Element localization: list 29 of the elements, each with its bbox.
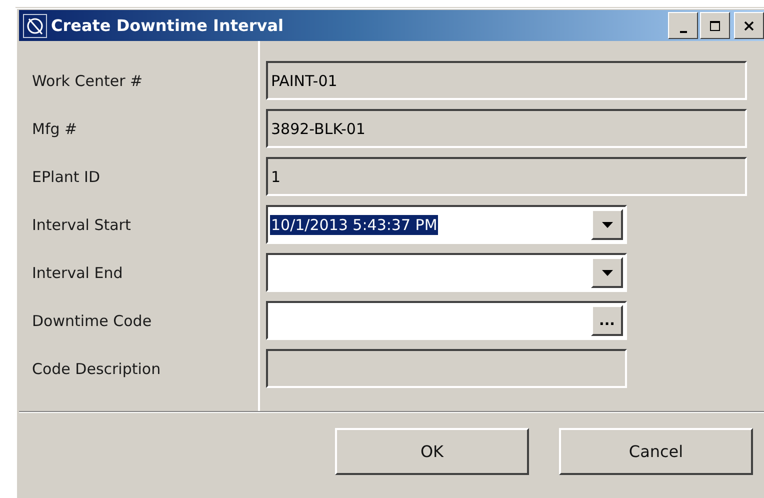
maximize-icon [709,20,721,32]
ok-button[interactable]: OK [335,428,529,475]
maximize-button[interactable] [700,12,730,39]
field-label: Interval End [31,263,124,284]
cancel-button[interactable]: Cancel [559,428,753,475]
field-value: PAINT-01 [270,70,338,90]
minimize-button[interactable] [668,12,698,39]
field-value: 10/1/2013 5:43:37 PM [270,214,438,234]
field-value: 1 [270,166,282,186]
field-label: Interval Start [31,215,132,236]
date-dropdown[interactable]: 10/1/2013 5:43:37 PM [266,205,627,244]
field-label: EPlant ID [31,167,102,188]
field-label: Code Description [31,359,162,380]
close-button[interactable] [734,12,764,39]
caret-icon [602,270,612,276]
dropdown-button[interactable] [591,257,623,288]
field-label: Mfg # [31,119,78,140]
date-dropdown[interactable] [266,253,627,292]
window-title: Create Downtime Interval [51,16,284,35]
field-value: 3892-BLK-01 [270,118,366,138]
caret-icon [602,222,612,228]
app-icon [23,14,47,38]
field-label: Work Center # [31,71,144,92]
close-icon [743,20,755,32]
browse-button[interactable]: ... [591,305,623,336]
dropdown-button[interactable] [591,209,623,240]
lookup-field[interactable]: ... [266,301,627,340]
field-label: Downtime Code [31,311,153,332]
minimize-icon [680,30,686,32]
